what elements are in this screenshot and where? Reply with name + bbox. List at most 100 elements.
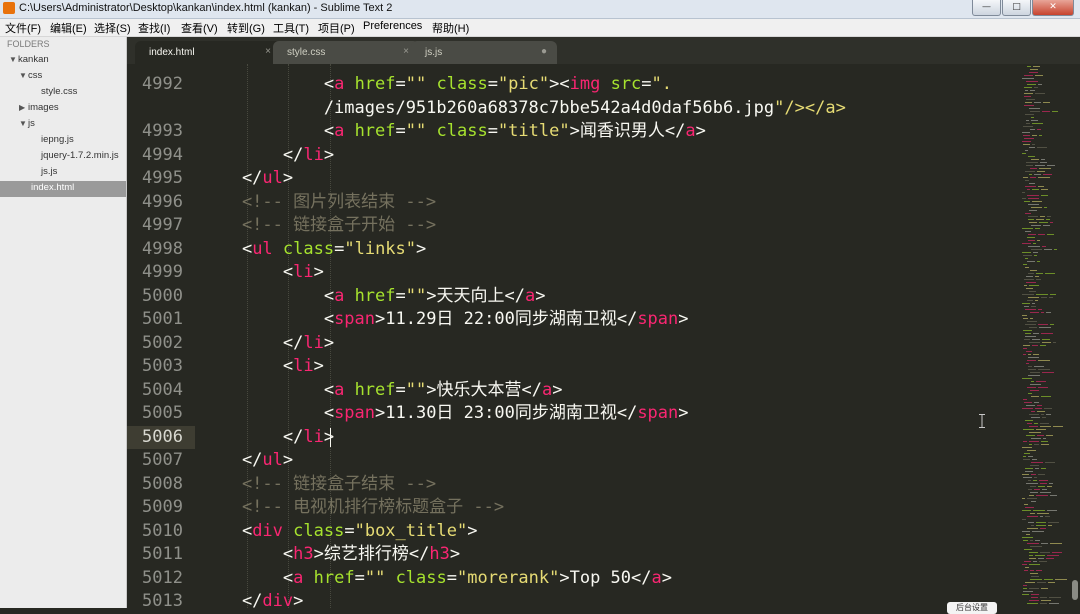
minimap-line <box>1035 408 1042 409</box>
minimap-line <box>1036 525 1046 526</box>
minimap-line <box>1023 126 1033 127</box>
minimap-line <box>1024 453 1030 454</box>
minimap-line <box>1046 414 1051 415</box>
code-line: <a href="" class="pic"><img src=". <box>201 74 673 94</box>
file-style-css[interactable]: style.css <box>41 86 77 97</box>
minimap-line <box>1023 354 1026 355</box>
minimap-line <box>1025 333 1031 334</box>
minimap-line <box>1037 147 1047 148</box>
minimap-line <box>1022 519 1026 520</box>
minimap[interactable] <box>1020 64 1072 608</box>
file-jquery-js[interactable]: jquery-1.7.2.min.js <box>41 150 119 161</box>
minimap-line <box>1028 246 1040 247</box>
minimap-line <box>1026 120 1029 121</box>
minimap-line <box>1023 345 1030 346</box>
minimap-line <box>1024 105 1034 106</box>
minimap-line <box>1029 495 1034 496</box>
minimap-line <box>1031 525 1034 526</box>
folder-js[interactable]: ▼js <box>19 118 35 129</box>
maximize-button[interactable]: □ <box>1002 0 1031 16</box>
minimap-line <box>1038 324 1048 325</box>
minimap-line <box>1024 504 1028 505</box>
folder-css[interactable]: ▼css <box>19 70 42 81</box>
tab-index-html[interactable]: index.html × <box>135 41 281 64</box>
minimap-line <box>1041 312 1044 313</box>
minimap-line <box>1026 162 1038 163</box>
menu-edit[interactable]: 编辑(E) <box>50 20 87 36</box>
code-editor[interactable]: 4992 4993 4994 4995 4996 4997 4998 4999 5000 5001… <box>127 64 1080 614</box>
minimap-line <box>1036 279 1041 280</box>
folder-kankan[interactable]: ▼kankan <box>9 54 49 65</box>
menu-goto[interactable]: 转到(G) <box>227 20 265 36</box>
minimap-line <box>1040 423 1049 424</box>
minimap-line <box>1041 543 1048 544</box>
minimap-line <box>1028 393 1032 394</box>
file-index-html[interactable]: index.html <box>31 182 74 193</box>
minimap-line <box>1040 597 1047 598</box>
minimap-line <box>1023 318 1028 319</box>
minimap-line <box>1028 234 1036 235</box>
minimap-line <box>1036 381 1046 382</box>
minimap-line <box>1024 75 1033 76</box>
minimap-line <box>1026 483 1038 484</box>
close-button[interactable]: ✕ <box>1032 0 1074 16</box>
minimap-line <box>1030 570 1034 571</box>
menu-project[interactable]: 项目(P) <box>318 20 355 36</box>
minimap-line <box>1042 111 1050 112</box>
code-line: <div class="box_title"> <box>201 520 478 541</box>
minimap-line <box>1032 303 1035 304</box>
minimap-line <box>1033 480 1037 481</box>
file-js-js[interactable]: js.js <box>41 166 57 177</box>
minimap-line <box>1049 603 1059 604</box>
code-line: <ul class="links"> <box>201 238 427 259</box>
minimap-line <box>1027 321 1037 322</box>
tab-style-css[interactable]: style.css × <box>273 41 419 64</box>
minimap-line <box>1027 603 1038 604</box>
minimap-line <box>1026 363 1029 364</box>
minimap-line <box>1040 426 1051 427</box>
minimap-line <box>1023 429 1034 430</box>
minimap-line <box>1031 594 1039 595</box>
scrollbar-thumb[interactable] <box>1072 580 1078 600</box>
tab-close-icon[interactable]: × <box>265 46 271 57</box>
minimap-line <box>1042 342 1051 343</box>
minimap-line <box>1025 567 1029 568</box>
line-number: 4999 <box>142 262 183 282</box>
line-number: 5000 <box>142 285 183 306</box>
minimap-line <box>1040 552 1050 553</box>
menu-preferences[interactable]: Preferences <box>363 20 422 32</box>
tab-js-js[interactable]: js.js ● <box>411 41 557 64</box>
menu-tools[interactable]: 工具(T) <box>273 20 309 36</box>
minimap-line <box>1024 549 1032 550</box>
minimap-line <box>1034 477 1037 478</box>
minimap-line <box>1031 117 1034 118</box>
file-iepng-js[interactable]: iepng.js <box>41 134 74 145</box>
menu-view[interactable]: 查看(V) <box>181 20 218 36</box>
minimap-line <box>1034 174 1041 175</box>
menu-help[interactable]: 帮助(H) <box>432 20 469 36</box>
minimap-line <box>1034 255 1037 256</box>
minimap-line <box>1027 498 1037 499</box>
minimap-line <box>1044 408 1052 409</box>
menu-find[interactable]: 查找(I) <box>138 20 170 36</box>
code-line: <span>11.29日 22:00同步湖南卫视</span> <box>201 309 689 329</box>
menu-selection[interactable]: 选择(S) <box>94 20 131 36</box>
minimap-line <box>1047 486 1052 487</box>
minimap-line <box>1033 243 1036 244</box>
minimap-line <box>1044 579 1053 580</box>
minimap-line <box>1028 156 1035 157</box>
tab-dirty-dot-icon[interactable]: ● <box>541 46 547 57</box>
minimap-line <box>1024 201 1030 202</box>
minimap-line <box>1030 573 1038 574</box>
minimize-button[interactable]: — <box>972 0 1001 16</box>
menu-file[interactable]: 文件(F) <box>5 20 41 36</box>
minimap-line <box>1030 177 1036 178</box>
tab-close-icon[interactable]: × <box>403 46 409 57</box>
minimap-line <box>1044 207 1047 208</box>
folder-images[interactable]: ▶ images <box>19 102 59 113</box>
minimap-line <box>1038 474 1045 475</box>
minimap-line <box>1025 213 1031 214</box>
minimap-line <box>1030 318 1033 319</box>
window-title: C:\Users\Administrator\Desktop\kankan\in… <box>19 2 393 14</box>
line-number: 4996 <box>142 191 183 212</box>
